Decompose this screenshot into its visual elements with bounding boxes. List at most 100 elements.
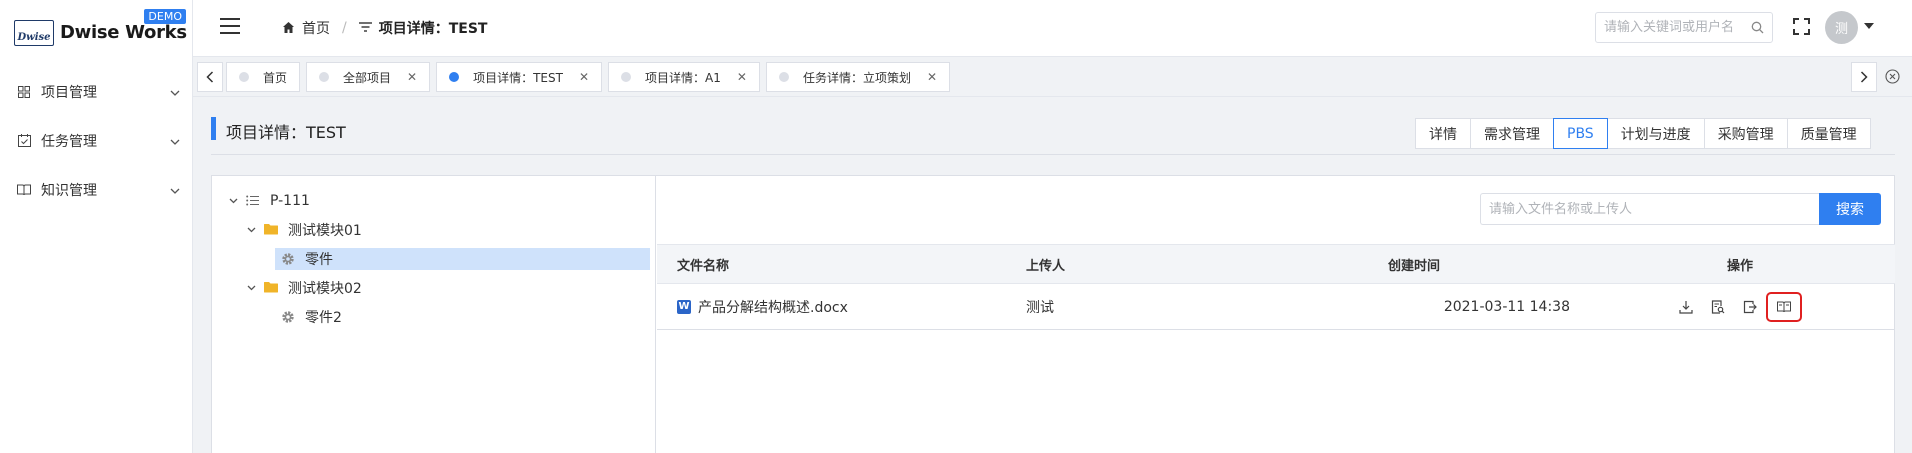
tab-status-dot <box>449 72 460 82</box>
caret-down-icon[interactable] <box>1864 23 1874 29</box>
read-button[interactable] <box>1766 292 1802 322</box>
search-icon[interactable] <box>1751 21 1764 34</box>
app-name: Dwise Works <box>60 22 187 43</box>
chevron-down-icon[interactable] <box>226 196 240 207</box>
page-tabs: 首页 全部项目 ✕ 项目详情：TEST ✕ 项目详情：A1 ✕ 任务详情：立项策… <box>226 62 956 92</box>
table-row[interactable]: W 产品分解结构概述.docx 测试 2021-03-11 14:38 <box>657 284 1895 330</box>
tab-label: 全部项目 <box>343 70 392 85</box>
breadcrumb-home[interactable]: 首页 <box>302 18 330 38</box>
sidebar: Dwise Dwise Works DEMO 项目管理 任务管理 知识管理 <box>0 0 193 453</box>
tree-node-label: 零件 <box>305 252 333 268</box>
sidebar-item-project-management[interactable]: 项目管理 <box>0 67 193 116</box>
download-icon <box>1679 301 1693 314</box>
fullscreen-icon[interactable] <box>1793 18 1811 36</box>
file-list-area: 搜索 文件名称 上传人 创建时间 操作 W 产品分解结构概述.docx 测试 2… <box>657 176 1895 453</box>
search-button[interactable]: 搜索 <box>1819 193 1881 225</box>
sidebar-item-knowledge-management[interactable]: 知识管理 <box>0 165 193 214</box>
view-tabs: 详情 需求管理 PBS 计划与进度 采购管理 质量管理 <box>1415 118 1871 149</box>
chevron-down-icon <box>157 133 193 149</box>
created-time: 2021-03-11 14:38 <box>1443 298 1570 315</box>
file-search-input[interactable] <box>1481 194 1819 224</box>
breadcrumb-separator: / <box>342 20 347 36</box>
tab-task-planning[interactable]: 任务详情：立项策划 ✕ <box>765 62 951 92</box>
close-icon[interactable]: ✕ <box>407 70 417 84</box>
tabs-scroll-left-button[interactable] <box>197 62 223 92</box>
preview-button[interactable] <box>1702 292 1734 322</box>
sidebar-item-task-management[interactable]: 任务管理 <box>0 116 193 165</box>
column-header-uploader[interactable]: 上传人 <box>1026 245 1065 283</box>
user-avatar[interactable]: 测 <box>1825 11 1858 44</box>
calendar-check-icon <box>17 134 31 148</box>
close-icon[interactable]: ✕ <box>737 70 747 84</box>
tab-home[interactable]: 首页 <box>226 62 301 92</box>
page-title: 项目详情：TEST <box>226 123 346 142</box>
tab-label: 任务详情：立项策划 <box>802 70 911 85</box>
tree-node-label: P-111 <box>270 193 310 209</box>
view-tab-quality[interactable]: 质量管理 <box>1786 118 1871 149</box>
chevron-down-icon <box>157 84 193 100</box>
column-header-created-time[interactable]: 创建时间 <box>1388 245 1440 283</box>
column-header-file-name[interactable]: 文件名称 <box>677 245 729 283</box>
close-all-tabs-icon[interactable] <box>1885 69 1901 85</box>
table-header: 文件名称 上传人 创建时间 操作 <box>657 244 1895 284</box>
tab-project-a1[interactable]: 项目详情：A1 ✕ <box>608 62 760 92</box>
tab-label: 首页 <box>263 70 288 85</box>
file-name[interactable]: 产品分解结构概述.docx <box>698 297 848 317</box>
sidebar-item-label: 项目管理 <box>41 84 97 101</box>
view-tab-pbs[interactable]: PBS <box>1553 118 1608 149</box>
close-icon[interactable]: ✕ <box>579 70 589 84</box>
chevron-down-icon[interactable] <box>244 225 258 236</box>
document-search-icon <box>1711 300 1725 314</box>
row-actions <box>1670 284 1802 330</box>
file-name-cell[interactable]: W 产品分解结构概述.docx <box>677 284 848 329</box>
grid-icon <box>17 85 31 99</box>
tab-status-dot <box>621 72 632 82</box>
tree-node-root[interactable]: P-111 <box>226 190 310 212</box>
app-logo[interactable]: Dwise Dwise Works DEMO <box>14 9 187 48</box>
pbs-panel: P-111 测试模块01 零件 测试模块02 零件2 请输入文件名称或上传人 搜… <box>211 175 1895 453</box>
view-tab-plan-progress[interactable]: 计划与进度 <box>1606 118 1705 149</box>
chevron-left-icon <box>206 71 214 83</box>
export-button[interactable] <box>1734 292 1766 322</box>
top-header: 首页 / 项目详情：TEST 测 <box>193 0 1912 57</box>
breadcrumb-current: 项目详情：TEST <box>378 21 488 37</box>
column-header-actions: 操作 <box>1727 258 1754 274</box>
demo-badge: DEMO <box>144 9 186 24</box>
book-open-icon <box>1777 301 1791 313</box>
tab-label: 项目详情：A1 <box>645 70 721 85</box>
tab-all-projects[interactable]: 全部项目 ✕ <box>306 62 431 92</box>
download-button[interactable] <box>1670 292 1702 322</box>
view-tab-details[interactable]: 详情 <box>1415 118 1471 149</box>
gear-icon <box>281 310 295 324</box>
header-search-input[interactable] <box>1596 13 1746 42</box>
view-tab-procurement[interactable]: 采购管理 <box>1703 118 1788 149</box>
home-icon <box>282 21 296 35</box>
sidebar-item-label: 任务管理 <box>41 133 97 150</box>
tree-node-label: 零件2 <box>305 310 342 326</box>
tab-status-dot <box>319 72 330 82</box>
gear-icon <box>281 252 295 266</box>
export-icon <box>1743 300 1757 314</box>
chevron-right-icon <box>1860 71 1868 83</box>
pbs-tree: P-111 测试模块01 零件 测试模块02 零件2 <box>212 176 656 453</box>
tab-status-dot <box>778 72 789 82</box>
tab-project-test[interactable]: 项目详情：TEST ✕ <box>436 62 603 92</box>
title-divider <box>211 154 1895 155</box>
tree-node-part[interactable]: 零件2 <box>275 306 342 328</box>
uploader-cell: 测试 <box>1026 299 1054 316</box>
tree-node-label: 测试模块01 <box>288 223 362 239</box>
tab-status-dot <box>239 72 249 82</box>
list-icon <box>246 194 260 208</box>
hamburger-menu-icon[interactable] <box>220 18 240 34</box>
tree-node-module[interactable]: 测试模块02 <box>244 277 362 299</box>
tree-node-part[interactable]: 零件 <box>275 248 650 270</box>
logo-mark: Dwise <box>14 20 54 46</box>
sidebar-menu: 项目管理 任务管理 知识管理 <box>0 67 193 214</box>
close-icon[interactable]: ✕ <box>927 70 937 84</box>
chevron-down-icon[interactable] <box>244 283 258 294</box>
tabs-scroll-right-button[interactable] <box>1851 62 1877 92</box>
breadcrumb: 首页 / 项目详情：TEST <box>282 18 487 38</box>
view-tab-requirements[interactable]: 需求管理 <box>1470 118 1554 149</box>
tree-node-module[interactable]: 测试模块01 <box>244 219 362 241</box>
page-title-accent <box>211 117 216 140</box>
